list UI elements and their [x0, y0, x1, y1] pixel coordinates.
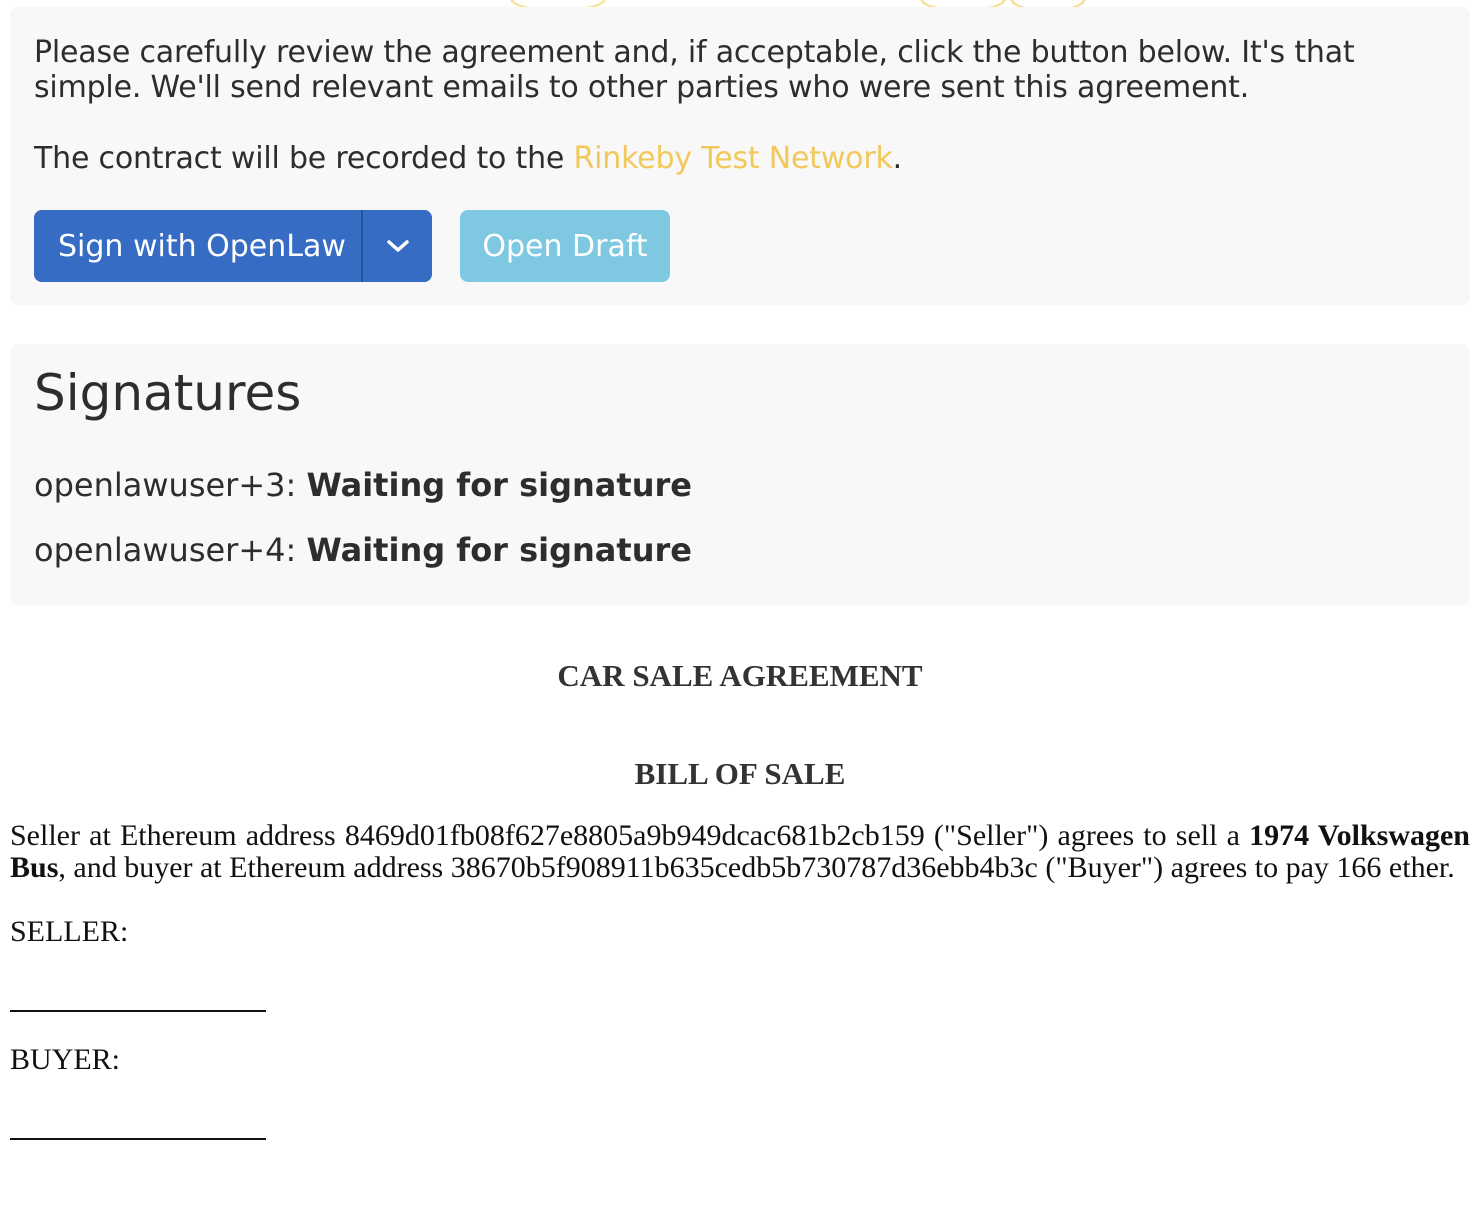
buyer-label: BUYER:: [10, 1043, 121, 1076]
signature-list: openlawuser+3: Waiting for signature ope…: [34, 466, 1448, 596]
network-notice: The contract will be recorded to the Rin…: [34, 141, 1448, 176]
document-subtitle: BILL OF SALE: [634, 756, 846, 791]
agreement-text-part1: Seller at Ethereum address 8469d01fb08f6…: [10, 819, 1250, 852]
agreement-text-part2: , and buyer at Ethereum address 38670b5f…: [58, 851, 1455, 884]
network-suffix: .: [892, 141, 903, 176]
network-link[interactable]: Rinkeby Test Network: [573, 141, 892, 176]
chevron-down-icon: [386, 240, 409, 252]
signatures-title: Signatures: [34, 364, 302, 422]
sign-options-dropdown-button[interactable]: [361, 210, 432, 282]
sign-panel: Please carefully review the agreement an…: [10, 7, 1470, 305]
signer-separator: :: [285, 466, 307, 504]
buyer-signature-line: [10, 1138, 266, 1140]
agreement-body: Seller at Ethereum address 8469d01fb08f6…: [10, 820, 1470, 884]
signature-row: openlawuser+3: Waiting for signature: [34, 466, 1448, 531]
signer-separator: :: [285, 531, 307, 569]
signature-status: Waiting for signature: [306, 531, 692, 569]
seller-signature-line: [10, 1010, 266, 1012]
signer-name: openlawuser+4: [34, 531, 286, 569]
seller-label: SELLER:: [10, 915, 129, 948]
sign-button-group: Sign with OpenLaw: [34, 210, 432, 282]
signatures-panel: Signatures openlawuser+3: Waiting for si…: [10, 344, 1470, 606]
document-title: CAR SALE AGREEMENT: [557, 658, 923, 693]
signing-instructions: Please carefully review the agreement an…: [34, 35, 1355, 105]
action-buttons: Sign with OpenLaw Open Draft: [34, 210, 670, 282]
sign-with-openlaw-button[interactable]: Sign with OpenLaw: [34, 210, 361, 282]
signer-name: openlawuser+3: [34, 466, 286, 504]
agreement-document: CAR SALE AGREEMENT BILL OF SALE Seller a…: [10, 660, 1470, 1140]
signature-status: Waiting for signature: [306, 466, 692, 504]
signature-row: openlawuser+4: Waiting for signature: [34, 531, 1448, 596]
open-draft-button[interactable]: Open Draft: [460, 210, 670, 282]
network-prefix: The contract will be recorded to the: [34, 141, 574, 176]
